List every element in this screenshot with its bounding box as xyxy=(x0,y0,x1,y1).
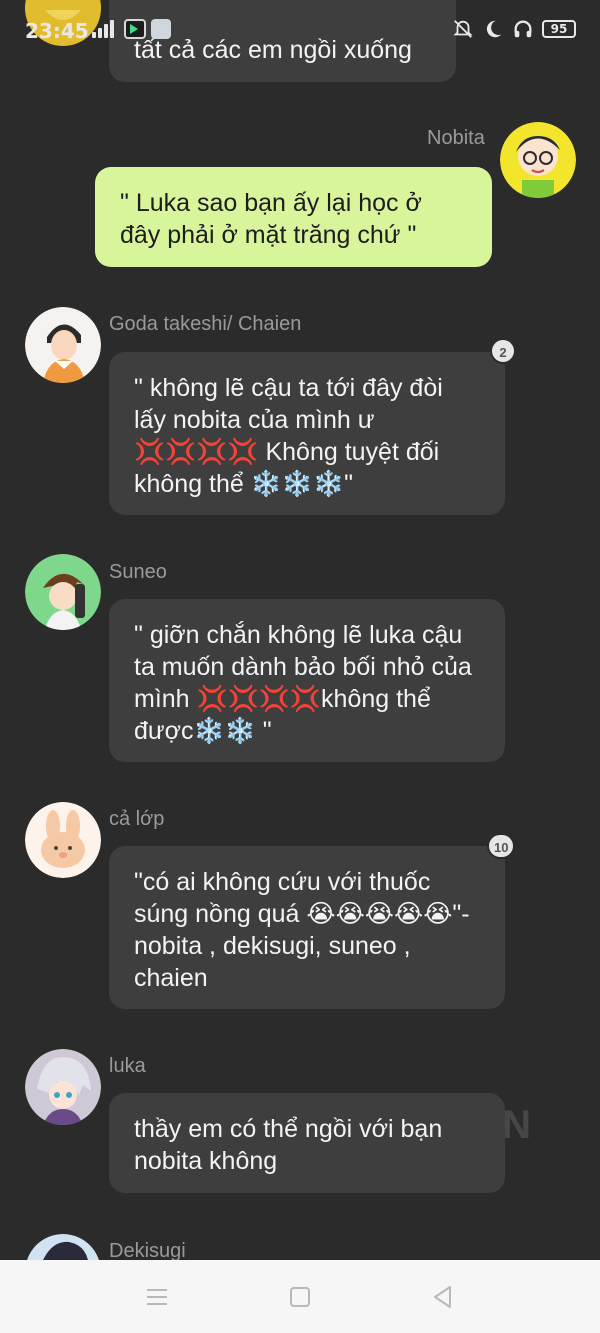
message-bubble[interactable]: " giỡn chắn không lẽ luka cậu ta muốn dà… xyxy=(109,599,505,762)
message-text: "có ai không cứu với thuốc súng nồng quá… xyxy=(134,868,470,992)
message-text: " Luka sao bạn ấy lại học ở đây phải ở m… xyxy=(120,189,422,249)
home-icon[interactable] xyxy=(285,1282,315,1312)
message-text: thầy em có thể ngồi với bạn nobita không xyxy=(134,1115,443,1175)
battery-icon: 95 xyxy=(542,20,576,38)
navigation-bar xyxy=(0,1260,600,1333)
avatar[interactable] xyxy=(25,307,101,383)
headphones-icon xyxy=(514,20,532,38)
avatar[interactable] xyxy=(25,802,101,878)
sender-name: luka xyxy=(109,1055,146,1077)
reaction-count-badge[interactable]: 2 xyxy=(490,338,516,364)
message-bubble[interactable]: " không lẽ cậu ta tới đây đòi lấy nobita… xyxy=(109,352,505,515)
message-bubble[interactable]: thầy em có thể ngồi với bạn nobita không xyxy=(109,1093,505,1193)
my-message-bubble[interactable]: " Luka sao bạn ấy lại học ở đây phải ở m… xyxy=(95,167,492,267)
avatar[interactable] xyxy=(25,1049,101,1125)
sender-name: Suneo xyxy=(109,561,167,583)
sender-name: cả lớp xyxy=(109,808,165,830)
message-bubble[interactable]: "có ai không cứu với thuốc súng nồng quá… xyxy=(109,846,505,1009)
sender-name: Goda takeshi/ Chaien xyxy=(109,313,302,335)
message-bubble[interactable]: tất cả các em ngồi xuống xyxy=(109,0,456,82)
message-text: " giỡn chắn không lẽ luka cậu ta muốn dà… xyxy=(134,621,472,745)
message-text: tất cả các em ngồi xuống xyxy=(134,36,412,64)
status-icons: 95 xyxy=(452,18,576,40)
avatar[interactable] xyxy=(500,122,576,198)
reaction-count-badge[interactable]: 10 xyxy=(487,833,516,859)
avatar[interactable] xyxy=(25,0,101,46)
moon-icon xyxy=(486,20,502,38)
avatar[interactable] xyxy=(25,554,101,630)
back-icon[interactable] xyxy=(428,1282,458,1312)
sender-name: Nobita xyxy=(427,127,485,149)
menu-icon[interactable] xyxy=(142,1282,172,1312)
message-text: " không lẽ cậu ta tới đây đòi lấy nobita… xyxy=(134,374,443,498)
